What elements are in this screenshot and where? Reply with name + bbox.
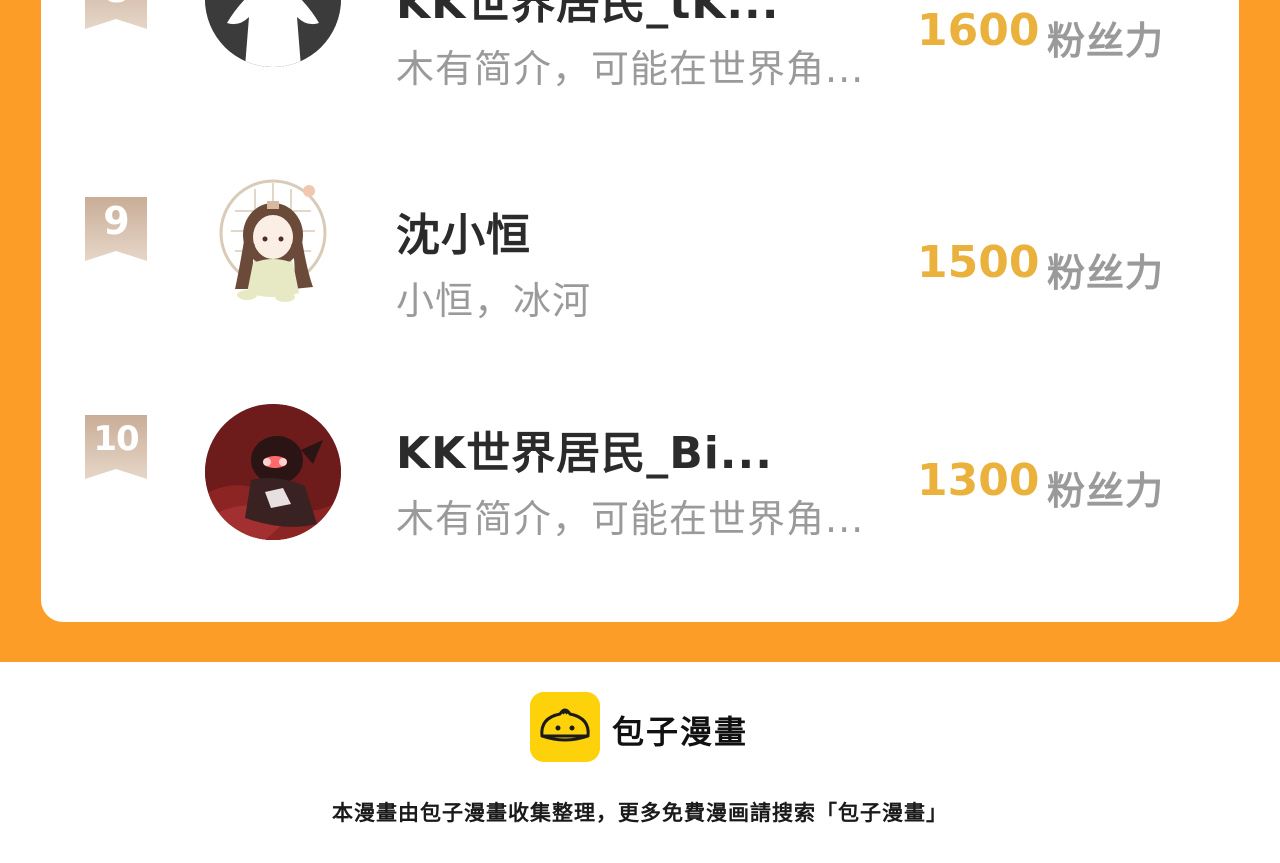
fan-score-unit: 粉丝力	[1047, 251, 1165, 295]
ranking-row[interactable]: 10 KK世界居民_Bi... 木有简介，可能在世界角... 1300 粉丝力	[41, 404, 1239, 565]
baozi-logo-icon	[530, 692, 600, 762]
user-avatar[interactable]	[205, 171, 341, 307]
rank-number: 8	[85, 0, 147, 13]
user-bio: 木有简介，可能在世界角...	[396, 47, 865, 91]
user-name[interactable]: KK世界居民_Bi...	[396, 417, 773, 481]
default-ghost-avatar-icon	[205, 0, 341, 67]
fan-score: 1500	[917, 237, 1040, 288]
rank-badge: 8	[85, 0, 147, 29]
ranking-row[interactable]: 9 沈小恒 小恒，冰河 1500 粉丝力	[41, 171, 1239, 347]
rank-badge: 9	[85, 197, 147, 261]
ranking-row[interactable]: 8 KK世界居民_tK... 木有简介，可能在世界角... 1600 粉丝力	[41, 0, 1239, 115]
rank-number: 10	[93, 419, 139, 459]
dark-red-character-avatar-icon	[205, 404, 341, 540]
user-avatar[interactable]	[205, 404, 341, 540]
chibi-character-avatar-icon	[205, 171, 341, 307]
user-avatar[interactable]	[205, 0, 341, 67]
user-bio: 小恒，冰河	[396, 279, 592, 323]
user-bio: 木有简介，可能在世界角...	[396, 497, 865, 541]
footer-note: 本漫畫由包子漫畫收集整理，更多免費漫画請搜索「包子漫畫」	[332, 801, 948, 825]
fan-score: 1600	[917, 5, 1040, 56]
rank-number: 9	[103, 199, 129, 243]
fan-score-unit: 粉丝力	[1047, 469, 1165, 513]
rank-badge: 10	[85, 415, 147, 479]
user-name[interactable]: 沈小恒	[396, 199, 531, 263]
fan-score: 1300	[917, 455, 1040, 506]
brand-name: 包子漫畫	[612, 713, 749, 751]
fan-score-unit: 粉丝力	[1047, 19, 1165, 63]
ranking-card: 8 KK世界居民_tK... 木有简介，可能在世界角... 1600 粉丝力 9	[41, 0, 1239, 622]
user-name[interactable]: KK世界居民_tK...	[396, 0, 779, 31]
